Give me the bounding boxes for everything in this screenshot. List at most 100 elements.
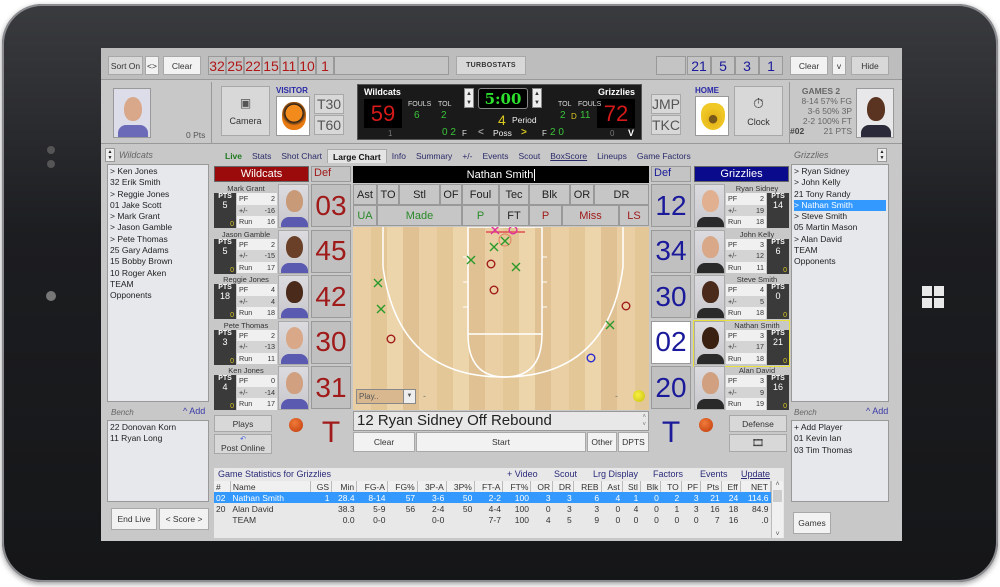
swap-button[interactable]: <> bbox=[145, 56, 159, 75]
roster-item[interactable]: > Ken Jones bbox=[110, 166, 206, 177]
post-online-button[interactable]: ↶ Post Online bbox=[214, 434, 272, 454]
visitor-jersey-button[interactable]: 10 bbox=[298, 56, 316, 75]
action-or[interactable]: OR bbox=[570, 184, 594, 205]
visitor-jersey-button[interactable]: 15 bbox=[262, 56, 280, 75]
home-bench-list[interactable]: + Add Player 01 Kevin Ian 03 Tim Thomas bbox=[791, 420, 889, 502]
jersey-number-button[interactable]: 20 bbox=[651, 366, 691, 409]
column-header[interactable]: GS bbox=[310, 481, 333, 492]
action-p[interactable]: P bbox=[529, 205, 562, 226]
home-def-button[interactable]: Def bbox=[651, 166, 691, 182]
tab-info[interactable]: Info bbox=[387, 149, 411, 163]
tab-large-chart[interactable]: Large Chart bbox=[327, 149, 387, 163]
visitor-jersey-button[interactable]: 22 bbox=[244, 56, 262, 75]
poss-right-arrow[interactable]: > bbox=[521, 127, 527, 138]
visitor-jersey-button[interactable]: 1 bbox=[316, 56, 334, 75]
roster-item[interactable]: 15 Bobby Brown bbox=[110, 256, 206, 267]
home-jersey-button[interactable]: 1 bbox=[759, 56, 783, 75]
roster-item[interactable]: > Alan David bbox=[794, 234, 886, 245]
ball-icon[interactable] bbox=[633, 390, 645, 402]
tab-summary[interactable]: Summary bbox=[411, 149, 457, 163]
v-button[interactable]: v bbox=[832, 56, 846, 75]
home-score[interactable]: 72 bbox=[597, 99, 635, 128]
tkc-button[interactable]: TKC bbox=[651, 115, 681, 135]
roster-item[interactable]: 11 Ryan Long bbox=[110, 433, 206, 444]
tab-stats[interactable]: Stats bbox=[247, 149, 276, 163]
tab-lineups[interactable]: Lineups bbox=[592, 149, 632, 163]
column-header[interactable]: PF bbox=[681, 481, 702, 492]
roster-item[interactable]: 10 Roger Aken bbox=[110, 268, 206, 279]
visitor-bench-list[interactable]: 22 Donovan Korn 11 Ryan Long bbox=[107, 420, 209, 502]
column-header[interactable]: 3P% bbox=[446, 481, 475, 492]
column-header[interactable]: REB bbox=[573, 481, 602, 492]
start-button[interactable]: Start bbox=[416, 432, 586, 452]
tab-game-factors[interactable]: Game Factors bbox=[632, 149, 696, 163]
home-jersey-button[interactable]: 3 bbox=[735, 56, 759, 75]
action-of[interactable]: OF bbox=[440, 184, 462, 205]
defense-button[interactable]: Defense bbox=[729, 415, 787, 432]
shot-chart-court[interactable]: Play.. ▼ - - bbox=[353, 227, 649, 410]
player-card[interactable]: Pete Thomas PTS 3 0 PF 2 +/- -13 Run 11 bbox=[214, 320, 309, 366]
clock-spinner-left[interactable]: ▲ ▼ bbox=[464, 88, 474, 108]
large-display-link[interactable]: Lrg Display bbox=[593, 469, 638, 479]
visitor-score[interactable]: 59 bbox=[364, 99, 402, 128]
made-shot-marker[interactable] bbox=[500, 236, 510, 246]
home-add-bench[interactable]: ^ Add bbox=[866, 406, 888, 416]
roster-item[interactable]: 05 Martin Mason bbox=[794, 222, 886, 233]
events-link[interactable]: Events bbox=[700, 469, 728, 479]
column-header[interactable]: FG-A bbox=[356, 481, 388, 492]
made-shot-marker[interactable] bbox=[511, 262, 521, 272]
jersey-number-button[interactable]: 30 bbox=[311, 320, 351, 364]
jersey-number-button[interactable]: 03 bbox=[311, 184, 351, 227]
roster-item[interactable]: > Ryan Sidney bbox=[794, 166, 886, 177]
visitor-jersey-button[interactable]: 32 bbox=[208, 56, 226, 75]
tab-events[interactable]: Events bbox=[477, 149, 513, 163]
clear-visitor-button[interactable]: Clear bbox=[163, 56, 201, 75]
roster-item[interactable]: 03 Tim Thomas bbox=[794, 445, 886, 456]
made-shot-marker[interactable] bbox=[373, 278, 383, 288]
made-shot-marker[interactable] bbox=[466, 255, 476, 265]
clear-event-button[interactable]: Clear bbox=[353, 432, 415, 452]
action-tec[interactable]: Tec bbox=[499, 184, 529, 205]
jersey-number-button[interactable]: 12 bbox=[651, 184, 691, 227]
clock-button[interactable]: ⏱ Clock bbox=[734, 86, 783, 136]
sort-on-button[interactable]: Sort On bbox=[108, 56, 143, 75]
games-button[interactable]: Games bbox=[793, 512, 831, 534]
roster-item[interactable]: + Add Player bbox=[794, 422, 886, 433]
stats-row[interactable]: 20 Alan David 38.3 5-9 56 2-4 50 4-4 100 0 3 3 0 4 0 1 3… bbox=[214, 503, 771, 514]
action-foul[interactable]: Foul bbox=[462, 184, 499, 205]
made-shot-marker[interactable] bbox=[489, 242, 499, 252]
action-to[interactable]: TO bbox=[377, 184, 399, 205]
roster-item[interactable]: 01 Jake Scott bbox=[110, 200, 206, 211]
visitor-def-button[interactable]: Def bbox=[311, 166, 351, 182]
roster-item[interactable]: > Nathan Smith bbox=[794, 199, 886, 212]
tab-boxscore[interactable]: BoxScore bbox=[545, 149, 592, 163]
action-ua[interactable]: UA bbox=[353, 205, 377, 226]
factors-link[interactable]: Factors bbox=[653, 469, 683, 479]
column-header[interactable]: 3P-A bbox=[417, 481, 447, 492]
player-card[interactable]: Mark Grant PTS 5 0 PF 2 +/- -16 Run 16 bbox=[214, 184, 309, 229]
home-jersey-button[interactable]: 5 bbox=[711, 56, 735, 75]
stats-scrollbar[interactable]: ˄ ˅ bbox=[771, 481, 783, 538]
plays-button[interactable]: Plays bbox=[214, 415, 272, 432]
roster-item[interactable]: 21 Tony Randy bbox=[794, 189, 886, 200]
column-header[interactable]: Blk bbox=[640, 481, 662, 492]
player-card[interactable]: Nathan Smith PTS 21 0 PF 3 +/- 17 Run 18 bbox=[693, 319, 790, 367]
column-header[interactable]: Eff bbox=[721, 481, 741, 492]
other-button[interactable]: Other bbox=[587, 432, 617, 452]
roster-item[interactable]: > John Kelly bbox=[794, 177, 886, 188]
tab-live[interactable]: Live bbox=[220, 149, 247, 163]
visitor-jersey-button[interactable]: 25 bbox=[226, 56, 244, 75]
player-card[interactable]: Reggie Jones PTS 18 0 PF 4 +/- 4 Run 18 bbox=[214, 275, 309, 320]
roster-item[interactable]: 32 Erik Smith bbox=[110, 177, 206, 188]
column-header[interactable]: FT-A bbox=[474, 481, 504, 492]
jersey-number-button[interactable]: 02 bbox=[651, 320, 691, 364]
jersey-number-button[interactable]: 45 bbox=[311, 229, 351, 273]
end-live-button[interactable]: End Live bbox=[111, 508, 157, 530]
missed-shot-marker[interactable] bbox=[586, 353, 596, 363]
missed-shot-marker[interactable] bbox=[386, 334, 396, 344]
roster-item[interactable]: TEAM bbox=[110, 279, 206, 290]
jump-ball-button[interactable]: JMP bbox=[651, 94, 681, 114]
selected-player-field[interactable]: Nathan Smith bbox=[353, 166, 649, 183]
stats-row[interactable]: TEAM 0.0 0-0 0-0 7-7 100 4 5 9 0 0 0 0 0 7 16 .0 bbox=[214, 514, 771, 525]
game-clock[interactable]: 5:00 bbox=[478, 88, 528, 109]
